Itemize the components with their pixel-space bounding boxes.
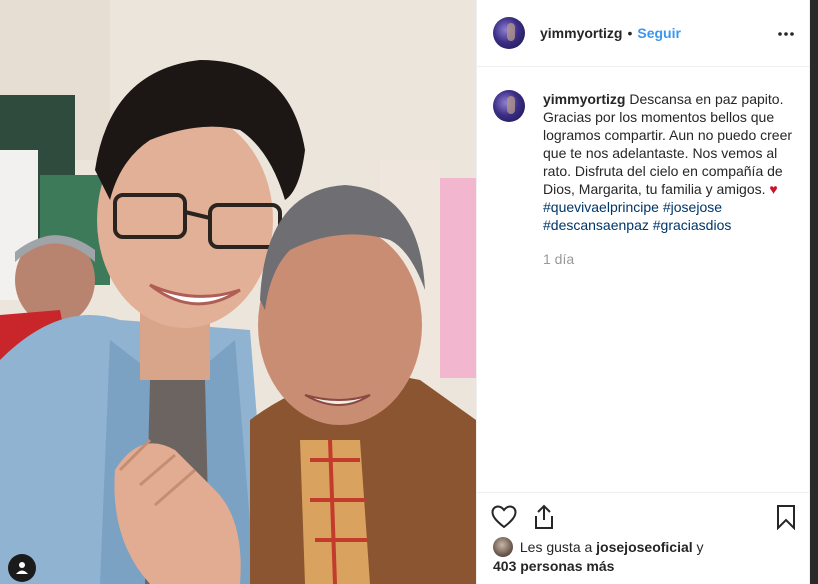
post-side-panel: yimmyortizg • Seguir yimmyortizg Descans… <box>476 0 810 584</box>
header-separator: • <box>627 25 633 41</box>
caption-username[interactable]: yimmyortizg <box>543 91 625 107</box>
likes-others-count[interactable]: 403 personas más <box>493 558 614 574</box>
post-caption: yimmyortizg Descansa en paz papito. Grac… <box>493 90 793 268</box>
user-tag-button[interactable] <box>8 554 36 582</box>
hashtag-link[interactable]: #graciasdios <box>653 217 732 233</box>
likes-summary: Les gusta a josejoseoficial y 403 person… <box>493 537 793 576</box>
liker-avatar[interactable] <box>493 537 513 557</box>
action-bar <box>477 492 810 542</box>
caption-hashtags: #quevivaelprincipe #josejose #descansaen… <box>543 198 793 234</box>
post-timestamp[interactable]: 1 día <box>543 250 793 268</box>
heart-outline-icon <box>491 505 517 529</box>
caption-heart-emoji: ♥ <box>769 181 778 197</box>
author-username[interactable]: yimmyortizg <box>540 25 622 41</box>
photo-illustration <box>0 0 476 584</box>
like-button[interactable] <box>490 503 518 531</box>
liker-username[interactable]: josejoseoficial <box>596 539 692 555</box>
hashtag-link[interactable]: #quevivaelprincipe <box>543 199 659 215</box>
likes-conjunction: y <box>696 539 704 555</box>
backdrop-edge <box>810 0 818 584</box>
post-photo[interactable] <box>0 0 476 584</box>
share-button[interactable] <box>530 503 558 531</box>
likes-prefix: Les gusta a <box>519 539 593 555</box>
share-icon <box>535 504 553 529</box>
author-avatar[interactable] <box>493 17 525 49</box>
follow-button[interactable]: Seguir <box>637 25 681 41</box>
more-options-button[interactable] <box>776 24 796 44</box>
post-header: yimmyortizg • Seguir <box>477 0 810 67</box>
user-tag-icon <box>16 562 28 574</box>
hashtag-link[interactable]: #descansaenpaz <box>543 217 649 233</box>
caption-author-avatar[interactable] <box>493 90 525 122</box>
more-options-icon <box>778 32 794 36</box>
caption-body: yimmyortizg Descansa en paz papito. Grac… <box>543 90 793 268</box>
hashtag-link[interactable]: #josejose <box>663 199 722 215</box>
bookmark-icon <box>777 505 795 530</box>
save-button[interactable] <box>772 503 800 531</box>
